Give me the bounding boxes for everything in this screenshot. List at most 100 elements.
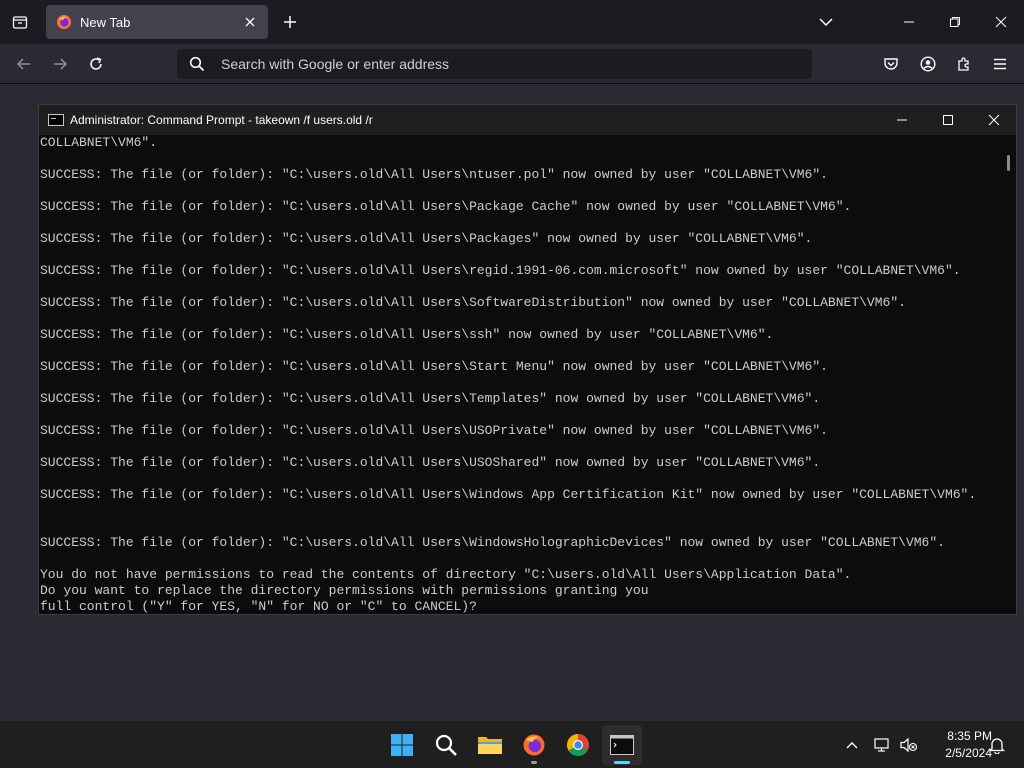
forward-button[interactable]	[46, 50, 74, 78]
restore-icon	[950, 17, 960, 27]
console-line: SUCCESS: The file (or folder): "C:\users…	[40, 359, 828, 374]
window-title: Administrator: Command Prompt - takeown …	[70, 113, 373, 127]
tab-list-icon	[12, 16, 28, 29]
network-button[interactable]	[872, 721, 894, 768]
list-all-tabs-button[interactable]	[6, 8, 34, 36]
notifications-button[interactable]	[986, 721, 1008, 768]
taskbar: 8:35 PM 2/5/2024	[0, 720, 1024, 768]
console-line: SUCCESS: The file (or folder): "C:\users…	[40, 455, 821, 470]
file-explorer-icon	[478, 737, 502, 754]
file-explorer-button[interactable]	[470, 725, 510, 765]
puzzle-icon	[958, 57, 969, 71]
active-indicator	[614, 761, 630, 764]
console-line: SUCCESS: The file (or folder): "C:\users…	[40, 535, 945, 550]
console-line: full control ("Y" for YES, "N" for NO or…	[40, 599, 477, 614]
chrome-icon	[567, 734, 589, 756]
close-icon	[995, 16, 1007, 28]
search-icon	[189, 56, 205, 72]
pocket-button[interactable]	[877, 50, 905, 78]
search-icon	[435, 734, 457, 756]
account-icon	[920, 56, 936, 72]
start-icon	[391, 734, 413, 756]
bell-icon	[989, 737, 1005, 754]
close-icon	[988, 114, 1000, 126]
volume-muted-icon	[900, 737, 918, 753]
chevron-up-icon	[846, 742, 858, 749]
cmd-icon	[48, 114, 64, 126]
console-scrollbar[interactable]	[1002, 135, 1016, 614]
new-tab-button[interactable]	[278, 8, 302, 36]
console-line: SUCCESS: The file (or folder): "C:\users…	[40, 391, 821, 406]
volume-button[interactable]	[898, 721, 920, 768]
browser-nav-bar	[0, 44, 1024, 84]
start-button[interactable]	[382, 725, 422, 765]
cmd-minimize-button[interactable]	[879, 105, 925, 135]
console-line: Do you want to replace the directory per…	[40, 583, 649, 598]
browser-minimize-button[interactable]	[886, 0, 932, 44]
reload-button[interactable]	[82, 50, 110, 78]
browser-close-button[interactable]	[978, 0, 1024, 44]
extensions-button[interactable]	[950, 50, 978, 78]
console-line: You do not have permissions to read the …	[40, 567, 852, 582]
menu-button[interactable]	[986, 50, 1014, 78]
firefox-favicon-icon	[57, 15, 71, 29]
chrome-taskbar-button[interactable]	[558, 725, 598, 765]
url-bar[interactable]	[177, 49, 812, 79]
browser-tab-bar: New Tab	[0, 0, 1024, 44]
console-line: SUCCESS: The file (or folder): "C:\users…	[40, 327, 774, 342]
chevron-down-icon	[819, 18, 833, 27]
command-prompt-titlebar[interactable]: Administrator: Command Prompt - takeown …	[39, 105, 1016, 135]
console-output[interactable]: COLLABNET\VM6". SUCCESS: The file (or fol…	[39, 135, 1004, 614]
console-line: SUCCESS: The file (or folder): "C:\users…	[40, 199, 852, 214]
cmd-close-button[interactable]	[971, 105, 1017, 135]
clock-time: 8:35 PM	[947, 729, 992, 743]
tab-new-tab[interactable]: New Tab	[46, 5, 268, 39]
maximize-icon	[943, 115, 953, 125]
console-line: SUCCESS: The file (or folder): "C:\users…	[40, 231, 813, 246]
command-prompt-taskbar-button[interactable]	[602, 725, 642, 765]
arrow-left-icon	[16, 58, 30, 70]
reload-icon	[90, 57, 102, 70]
minimize-icon	[897, 119, 907, 121]
console-line: SUCCESS: The file (or folder): "C:\users…	[40, 263, 961, 278]
tabs-dropdown-button[interactable]	[814, 8, 838, 36]
firefox-taskbar-button[interactable]	[514, 725, 554, 765]
console-line: SUCCESS: The file (or folder): "C:\users…	[40, 487, 977, 502]
close-tab-button[interactable]	[238, 10, 262, 34]
taskbar-search-button[interactable]	[426, 725, 466, 765]
arrow-right-icon	[54, 58, 68, 70]
network-icon	[874, 738, 889, 752]
console-line: SUCCESS: The file (or folder): "C:\users…	[40, 423, 828, 438]
plus-icon	[284, 16, 296, 28]
console-line: COLLABNET\VM6".	[40, 135, 158, 150]
hamburger-menu-icon	[994, 58, 1006, 70]
browser-maximize-button[interactable]	[932, 0, 978, 44]
account-button[interactable]	[914, 50, 942, 78]
console-line: SUCCESS: The file (or folder): "C:\users…	[40, 167, 828, 182]
cmd-maximize-button[interactable]	[925, 105, 971, 135]
show-hidden-icons-button[interactable]	[840, 721, 864, 768]
system-clock[interactable]: 8:35 PM 2/5/2024	[920, 728, 992, 762]
pocket-icon	[884, 58, 898, 70]
close-icon	[245, 17, 255, 27]
url-input[interactable]	[221, 56, 781, 72]
command-prompt-window: Administrator: Command Prompt - takeown …	[38, 104, 1017, 615]
scrollbar-thumb[interactable]	[1007, 155, 1010, 171]
firefox-icon	[523, 734, 545, 756]
running-indicator	[531, 761, 537, 764]
back-button[interactable]	[10, 50, 38, 78]
